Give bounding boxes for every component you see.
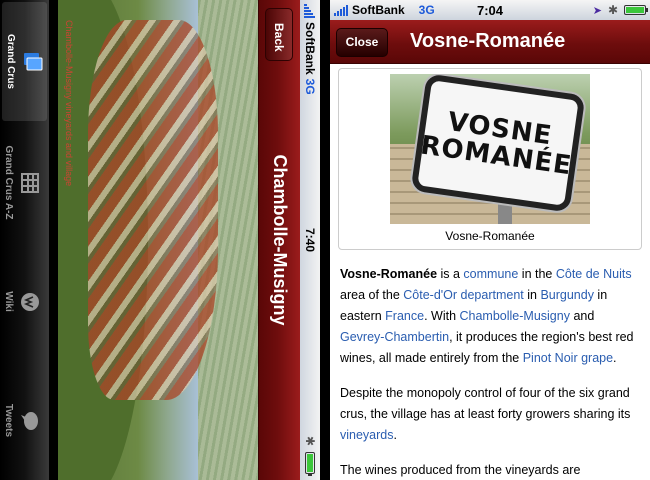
text: and: [569, 309, 595, 323]
link-burgundy[interactable]: Burgundy: [540, 288, 594, 302]
text: The wines produced from the vineyards ar…: [340, 463, 581, 477]
link-pinot-noir[interactable]: Pinot Noir grape: [523, 351, 613, 365]
text: . With: [424, 309, 460, 323]
link-cote-de-nuits[interactable]: Côte de Nuits: [556, 267, 632, 281]
list-icon: [17, 170, 43, 196]
village-sign-image: VOSNE ROMANÉE: [390, 74, 590, 224]
link-france[interactable]: France: [385, 309, 424, 323]
link-gevrey-chambertin[interactable]: Gevrey-Chambertin: [340, 330, 449, 344]
grand-crus-icon: [19, 49, 45, 75]
wiki-article-screen: SoftBank 3G 7:04 ➤ ✱ Close Vosne-Romanée…: [330, 0, 650, 480]
village-photo: Chambolle-Musigny vineyards and village: [58, 0, 258, 480]
rotated-app-screenshot: SoftBank 3G 7:40 ✱ Back Chambolle-Musign…: [0, 0, 320, 480]
text: .: [393, 428, 397, 442]
text: in: [523, 288, 541, 302]
tab-bar: Grand Crus Grand Crus A-Z Wiki Tweets: [0, 0, 49, 480]
text: Despite the monopoly control of four of …: [340, 386, 631, 421]
tab-label: Wiki: [3, 291, 14, 312]
figure-caption: Vosne-Romanée: [445, 229, 535, 243]
link-cote-dor[interactable]: Côte-d'Or department: [403, 288, 524, 302]
photo-caption: Chambolle-Musigny vineyards and village: [64, 20, 74, 187]
wiki-icon: [17, 289, 43, 315]
article-paragraph-1: Vosne-Romanée is a commune in the Côte d…: [338, 264, 642, 369]
link-vineyards[interactable]: vineyards: [340, 428, 394, 442]
battery-icon: [624, 5, 648, 15]
article-figure: VOSNE ROMANÉE Vosne-Romanée: [338, 68, 642, 250]
tab-grand-crus[interactable]: Grand Crus: [2, 2, 47, 121]
tab-label: Grand Crus: [5, 33, 16, 89]
article-subject: Vosne-Romanée: [340, 267, 438, 281]
bluetooth-icon: ✱: [607, 3, 618, 17]
tab-label: Grand Crus A-Z: [3, 145, 14, 220]
village-sign: VOSNE ROMANÉE: [410, 74, 586, 213]
link-chambolle-musigny[interactable]: Chambolle-Musigny: [460, 309, 570, 323]
tab-label: Tweets: [3, 403, 14, 438]
tab-wiki[interactable]: Wiki: [0, 242, 49, 361]
link-commune[interactable]: commune: [463, 267, 518, 281]
status-time: 7:40: [303, 227, 317, 253]
article-paragraph-2: Despite the monopoly control of four of …: [338, 383, 642, 446]
navigation-bar: Close Vosne-Romanée: [330, 20, 650, 64]
text: area of the: [340, 288, 404, 302]
page-title: Vosne-Romanée: [410, 30, 566, 52]
status-bar: SoftBank 3G 7:40 ✱: [300, 0, 320, 480]
tab-grand-crus-a-z[interactable]: Grand Crus A-Z: [0, 123, 49, 242]
tab-tweets[interactable]: Tweets: [0, 361, 49, 480]
text: .: [613, 351, 617, 365]
tweets-icon: [17, 408, 43, 434]
text: is a: [437, 267, 464, 281]
status-bar: SoftBank 3G 7:04 ➤ ✱: [330, 0, 650, 20]
village-rooftops: [88, 20, 218, 400]
battery-icon: [305, 452, 315, 474]
page-title: Chambolle-Musigny: [270, 154, 290, 326]
text: in the: [518, 267, 556, 281]
navigation-bar: Back Chambolle-Musigny: [258, 0, 300, 480]
article-content[interactable]: VOSNE ROMANÉE Vosne-Romanée Vosne-Romané…: [330, 64, 650, 480]
close-button[interactable]: Close: [336, 28, 388, 57]
article-paragraph-3: The wines produced from the vineyards ar…: [338, 460, 642, 480]
bluetooth-icon: ✱: [303, 435, 317, 446]
location-arrow-icon: ➤: [592, 4, 602, 17]
